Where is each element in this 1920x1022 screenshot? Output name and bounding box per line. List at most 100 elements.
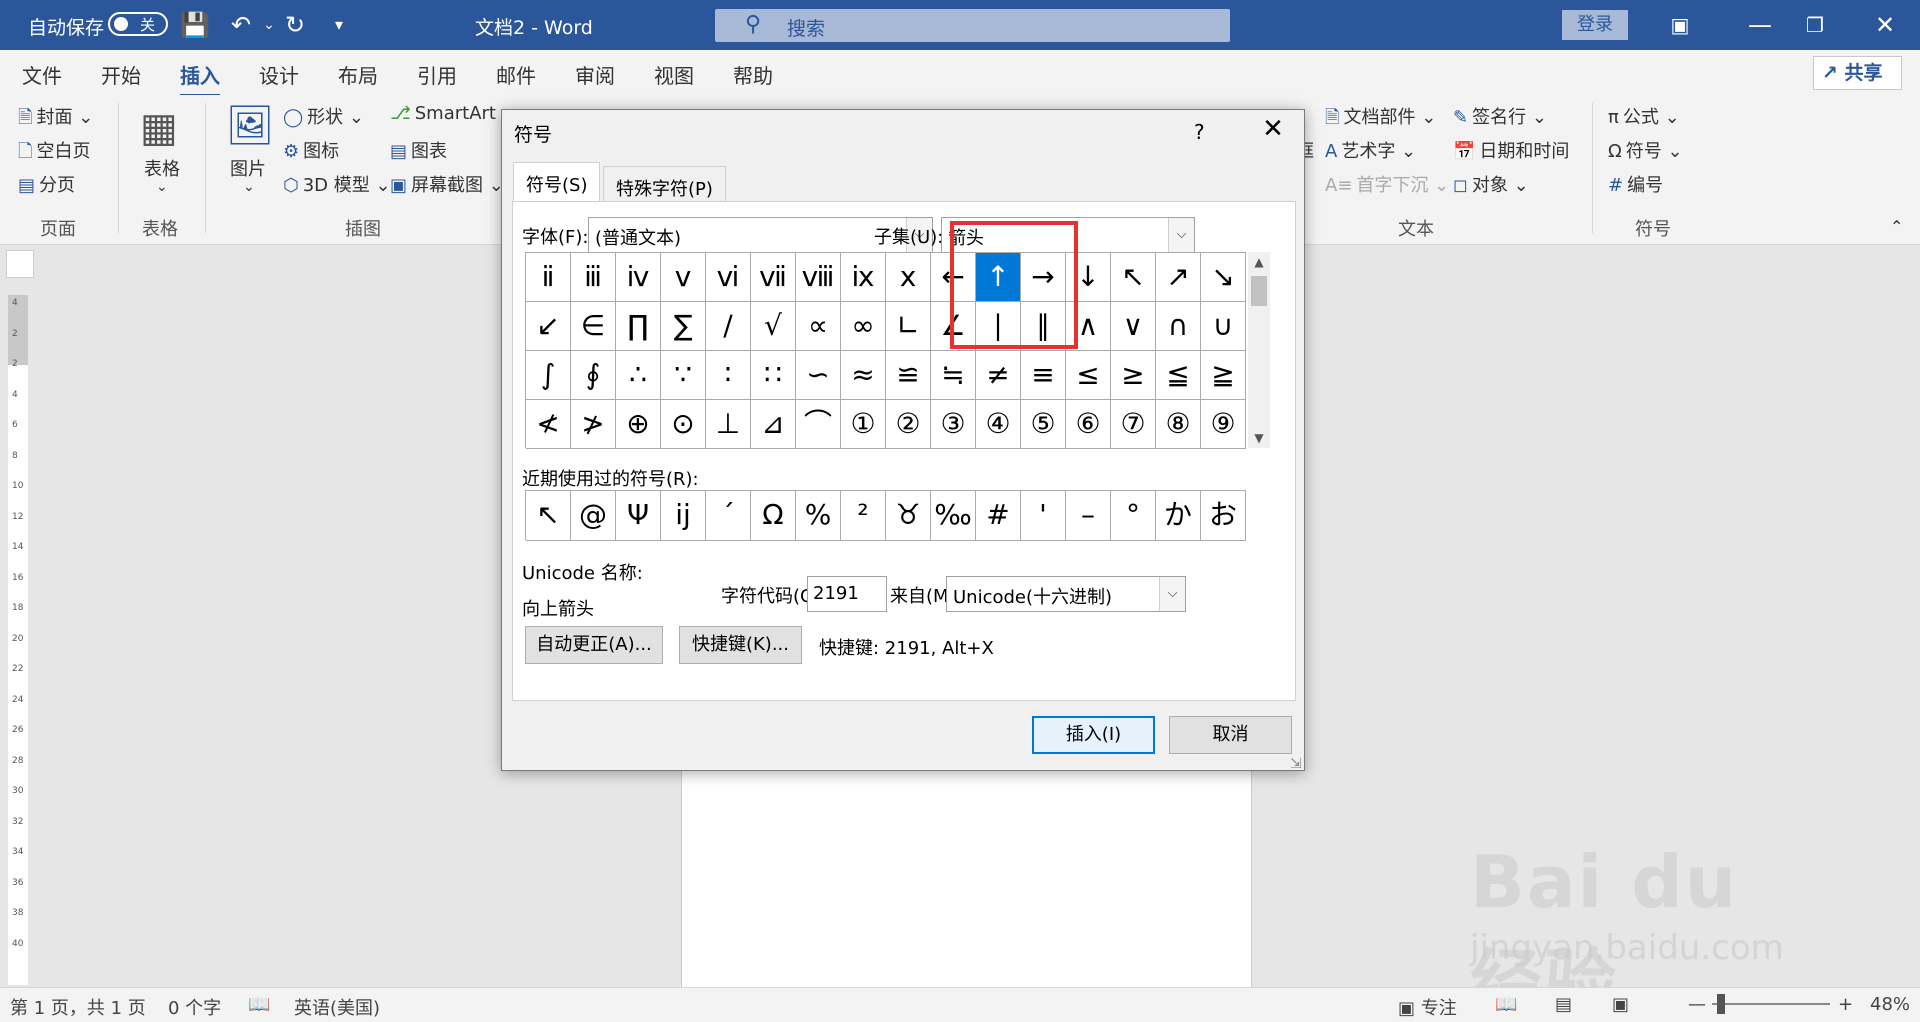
- ribbon-display-icon[interactable]: ▣: [1665, 10, 1695, 40]
- symbol-cell[interactable]: ⅸ: [841, 253, 886, 302]
- symbol-cell[interactable]: ⊙: [661, 400, 706, 449]
- tab-references[interactable]: 引用: [417, 60, 457, 89]
- symbol-cell[interactable]: ∞: [841, 302, 886, 351]
- symbol-cell[interactable]: ∶: [706, 351, 751, 400]
- symbol-cell[interactable]: ∫: [526, 351, 571, 400]
- symbol-cell[interactable]: ⅳ: [616, 253, 661, 302]
- wordart-button[interactable]: A 艺术字 ⌄: [1325, 137, 1416, 163]
- symbol-cell[interactable]: ∑: [661, 302, 706, 351]
- pictures-dropdown-icon[interactable]: ⌄: [243, 179, 255, 195]
- recent-symbol-cell[interactable]: #: [976, 491, 1021, 541]
- collapse-ribbon-icon[interactable]: ⌃: [1890, 217, 1903, 236]
- symbol-cell[interactable]: ∴: [616, 351, 661, 400]
- zoom-slider-thumb[interactable]: [1717, 994, 1725, 1014]
- tab-special-characters[interactable]: 特殊字符(P): [603, 166, 726, 202]
- symbol-cell[interactable]: ∝: [796, 302, 841, 351]
- symbol-cell[interactable]: ④: [976, 400, 1021, 449]
- symbol-cell[interactable]: ≦: [1156, 351, 1201, 400]
- 3d-model-button[interactable]: ⬡ 3D 模型 ⌄: [283, 171, 391, 197]
- zoom-in-icon[interactable]: +: [1838, 994, 1853, 1015]
- scroll-down-icon[interactable]: ▼: [1248, 428, 1270, 448]
- symbol-cell[interactable]: ⌒: [796, 400, 841, 449]
- recent-symbol-cell[interactable]: Ω: [751, 491, 796, 541]
- symbol-cell[interactable]: ≯: [571, 400, 616, 449]
- scroll-up-icon[interactable]: ▲: [1248, 252, 1270, 272]
- login-button[interactable]: 登录: [1562, 10, 1628, 40]
- resize-grip-icon[interactable]: ⇲: [1290, 756, 1302, 772]
- page-break-button[interactable]: ▤ 分页: [18, 171, 75, 197]
- table-button-label[interactable]: 表格: [144, 155, 180, 181]
- equation-button[interactable]: π 公式 ⌄: [1608, 103, 1680, 129]
- shapes-button[interactable]: ◯ 形状 ⌄: [283, 103, 364, 129]
- tab-home[interactable]: 开始: [101, 60, 141, 89]
- symbol-cell[interactable]: √: [751, 302, 796, 351]
- recent-symbol-cell[interactable]: お: [1201, 491, 1246, 541]
- symbol-cell[interactable]: ≧: [1201, 351, 1246, 400]
- symbol-cell[interactable]: ≥: [1111, 351, 1156, 400]
- symbol-cell[interactable]: ≈: [841, 351, 886, 400]
- tab-review[interactable]: 审阅: [575, 60, 615, 89]
- tab-layout[interactable]: 布局: [338, 60, 378, 89]
- page-count[interactable]: 第 1 页，共 1 页: [10, 994, 146, 1020]
- symbol-cell[interactable]: ②: [886, 400, 931, 449]
- share-button[interactable]: ↗ 共享: [1813, 56, 1902, 90]
- undo-icon[interactable]: ↶: [226, 10, 256, 40]
- read-mode-icon[interactable]: 📖: [1495, 994, 1517, 1015]
- screenshot-button[interactable]: ▣ 屏幕截图 ⌄: [390, 171, 504, 197]
- zoom-slider-track[interactable]: [1712, 1003, 1830, 1005]
- symbol-cell[interactable]: ∏: [616, 302, 661, 351]
- table-dropdown-icon[interactable]: ⌄: [156, 179, 168, 195]
- symbol-button[interactable]: Ω 符号 ⌄: [1608, 137, 1683, 163]
- tab-insert[interactable]: 插入: [180, 60, 220, 98]
- symbol-cell[interactable]: ∈: [571, 302, 616, 351]
- zoom-level[interactable]: 48%: [1870, 994, 1910, 1015]
- tab-selector[interactable]: [6, 250, 34, 278]
- symbol-cell[interactable]: ≡: [1021, 351, 1066, 400]
- symbol-cell[interactable]: ≤: [1066, 351, 1111, 400]
- symbol-cell[interactable]: ≒: [931, 351, 976, 400]
- symbol-cell[interactable]: ↘: [1201, 253, 1246, 302]
- dropcap-button[interactable]: A≡ 首字下沉 ⌄: [1325, 171, 1449, 197]
- symbol-cell[interactable]: ∩: [1156, 302, 1201, 351]
- signature-line-button[interactable]: ✎ 签名行 ⌄: [1453, 103, 1547, 129]
- tab-symbols[interactable]: 符号(S): [513, 162, 601, 202]
- symbol-cell[interactable]: ⅵ: [706, 253, 751, 302]
- shortcut-key-button[interactable]: 快捷键(K)...: [679, 626, 802, 664]
- redo-icon[interactable]: ↻: [280, 10, 310, 40]
- symbol-cell[interactable]: ③: [931, 400, 976, 449]
- pictures-label[interactable]: 图片: [230, 155, 266, 181]
- icons-button[interactable]: ⚙ 图标: [283, 137, 339, 163]
- symbol-cell[interactable]: ⑧: [1156, 400, 1201, 449]
- quick-parts-button[interactable]: 🗎 文档部件 ⌄: [1325, 103, 1436, 135]
- help-icon[interactable]: ?: [1194, 120, 1205, 144]
- recent-symbol-cell[interactable]: ♉: [886, 491, 931, 541]
- symbol-cell[interactable]: ⅹ: [886, 253, 931, 302]
- symbol-cell[interactable]: ∨: [1111, 302, 1156, 351]
- table-icon[interactable]: ▦: [140, 105, 178, 151]
- recent-symbol-cell[interactable]: %: [796, 491, 841, 541]
- chart-button[interactable]: ▤ 图表: [390, 137, 447, 163]
- symbol-cell[interactable]: ≮: [526, 400, 571, 449]
- close-window-icon[interactable]: ✕: [1870, 10, 1900, 40]
- insert-button[interactable]: 插入(I): [1032, 716, 1155, 754]
- symbol-cell[interactable]: ⊕: [616, 400, 661, 449]
- proofing-icon[interactable]: 📖: [248, 994, 270, 1015]
- cancel-button[interactable]: 取消: [1169, 716, 1292, 754]
- smartart-button[interactable]: ⎇ SmartArt: [390, 103, 496, 124]
- from-select[interactable]: Unicode(十六进制) ⌵: [946, 576, 1186, 612]
- symbol-cell[interactable]: ↗: [1156, 253, 1201, 302]
- tab-view[interactable]: 视图: [654, 60, 694, 89]
- recent-symbol-cell[interactable]: ´: [706, 491, 751, 541]
- symbol-cell[interactable]: ⑦: [1111, 400, 1156, 449]
- symbol-cell[interactable]: ⑤: [1021, 400, 1066, 449]
- tab-file[interactable]: 文件: [22, 60, 62, 89]
- symbol-cell[interactable]: ⅴ: [661, 253, 706, 302]
- customize-qat-icon[interactable]: ▾: [324, 10, 354, 40]
- recent-symbol-cell[interactable]: Ψ: [616, 491, 661, 541]
- symbol-cell[interactable]: ↙: [526, 302, 571, 351]
- save-icon[interactable]: 💾: [180, 10, 210, 40]
- minimize-icon[interactable]: —: [1745, 10, 1775, 40]
- autosave-toggle[interactable]: 关: [108, 12, 168, 36]
- symbol-cell[interactable]: ∟: [886, 302, 931, 351]
- scroll-thumb[interactable]: [1251, 276, 1267, 306]
